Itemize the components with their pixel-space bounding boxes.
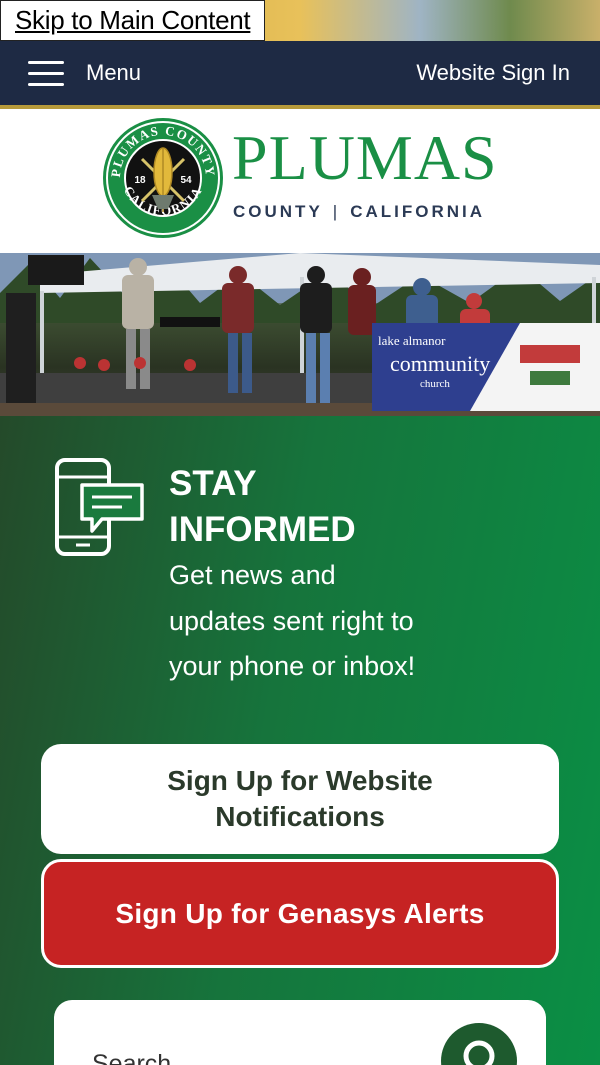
brand-sub-county: COUNTY — [233, 202, 323, 221]
menu-label: Menu — [86, 60, 142, 85]
website-sign-in-link[interactable]: Website Sign In — [416, 60, 570, 86]
county-seal-logo[interactable]: PLUMAS COUNTY CALIFORNIA 18 54 — [102, 117, 224, 239]
brand-title: PLUMAS — [232, 122, 498, 193]
search-box — [54, 1000, 546, 1065]
brand-subtitle: COUNTY | CALIFORNIA — [233, 202, 485, 222]
signup-website-notifications-button[interactable]: Sign Up for Website Notifications — [41, 744, 559, 854]
menu-button[interactable]: Menu — [28, 60, 141, 86]
search-input[interactable] — [92, 1044, 412, 1065]
search-icon — [463, 1040, 495, 1065]
banner-text-2: community — [390, 351, 490, 376]
stay-informed-title: STAY INFORMED — [169, 464, 356, 549]
phone-message-icon — [55, 458, 144, 556]
skip-to-main-link[interactable]: Skip to Main Content — [0, 0, 266, 41]
top-nav-bar: Menu Website Sign In — [0, 41, 600, 105]
banner-text-3: church — [420, 378, 450, 390]
brand-sub-separator: | — [332, 202, 341, 221]
brand-sub-state: CALIFORNIA — [350, 202, 486, 221]
signup-genasys-alerts-button[interactable]: Sign Up for Genasys Alerts — [41, 859, 559, 968]
seal-year-left: 18 — [134, 175, 146, 186]
stay-informed-description: Get news and updates sent right to your … — [169, 560, 416, 681]
seal-year-right: 54 — [180, 175, 192, 186]
banner-text-1: lake almanor — [378, 333, 446, 348]
search-button[interactable] — [441, 1023, 517, 1065]
hamburger-icon — [28, 61, 64, 86]
community-band-photo: lake almanor community church — [0, 253, 600, 416]
